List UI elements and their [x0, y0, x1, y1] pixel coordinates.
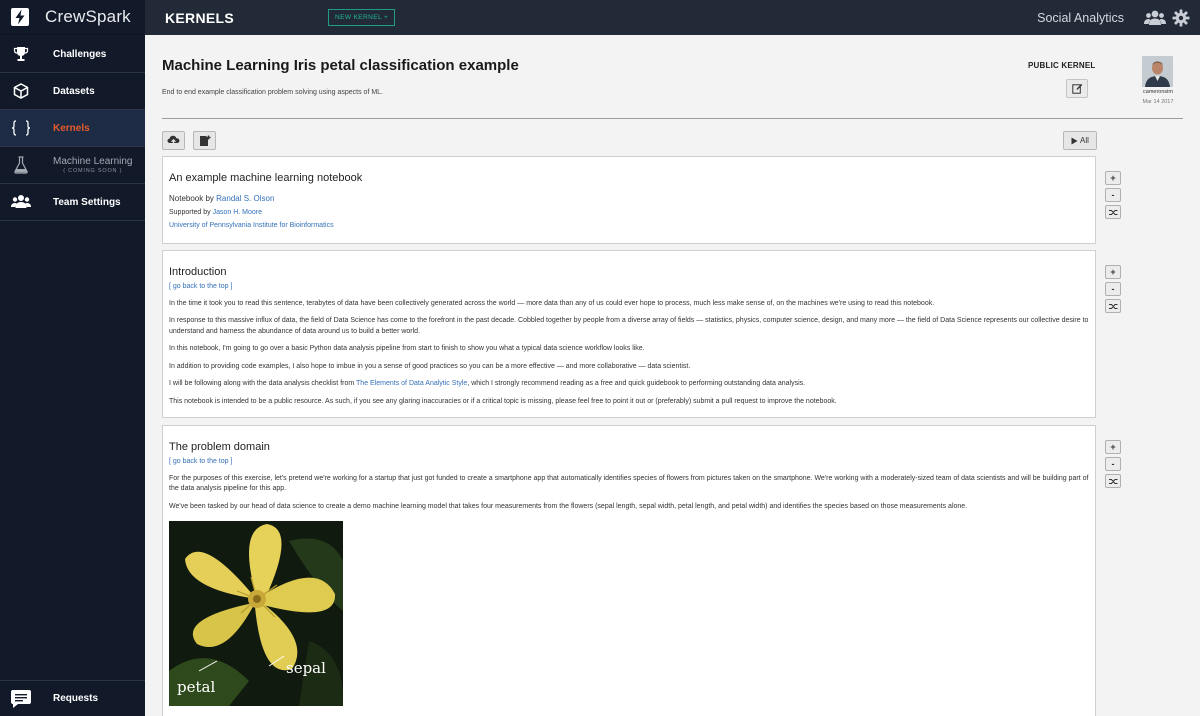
cell-heading: Introduction	[169, 266, 227, 278]
add-document-icon	[199, 135, 210, 146]
top-bar: KERNELS NEW KERNEL + Social Analytics	[145, 0, 1200, 35]
cell-remove-button[interactable]: -	[1105, 282, 1121, 296]
sidebar-item-label: Team Settings	[53, 196, 121, 208]
top-right-area: Social Analytics	[1037, 0, 1190, 35]
trophy-icon	[11, 44, 31, 64]
notebook-by: Notebook by Randal S. Olson	[169, 194, 1089, 205]
sidebar-item-label: Requests	[53, 693, 99, 704]
chat-bubble-icon	[10, 689, 32, 709]
paragraph: In the time it took you to read this sen…	[169, 299, 935, 307]
run-all-label: All	[1080, 136, 1089, 145]
sidebar-item-label: Datasets	[53, 85, 95, 97]
paragraph: For the purposes of this exercise, let's…	[169, 474, 1089, 493]
notebook-cell-problem-domain[interactable]: The problem domain [ go back to the top …	[162, 425, 1096, 716]
institute-link[interactable]: University of Pennsylvania Institute for…	[169, 222, 334, 229]
user-photo	[1142, 56, 1173, 87]
sidebar-item-kernels[interactable]: Kernels	[0, 110, 145, 147]
team-icon	[11, 192, 31, 212]
institute-line: University of Pennsylvania Institute for…	[169, 221, 1089, 232]
paragraph: In response to this massive influx of da…	[169, 317, 1089, 335]
supported-by-prefix: Supported by	[169, 208, 213, 216]
sidebar-item-datasets[interactable]: Datasets	[0, 73, 145, 110]
sidebar-item-label: Kernels	[53, 122, 90, 134]
page-title: KERNELS	[165, 9, 234, 26]
paragraph: In this notebook, I'm going to go over a…	[169, 345, 645, 352]
edit-button[interactable]	[1066, 79, 1088, 98]
sidebar-item-requests[interactable]: Requests	[0, 680, 145, 716]
sidebar-item-machine-learning[interactable]: Machine Learning ( COMING SOON )	[0, 147, 145, 184]
author-link[interactable]: Randal S. Olson	[216, 194, 274, 203]
cell-remove-button[interactable]: -	[1105, 188, 1121, 202]
cell-add-button[interactable]: +	[1105, 440, 1121, 454]
elements-of-data-analytic-style-link[interactable]: The Elements of Data Analytic Style	[356, 380, 467, 387]
cell-add-button[interactable]: +	[1105, 171, 1121, 185]
add-cell-button[interactable]	[193, 131, 216, 150]
brand[interactable]: CrewSpark	[0, 0, 145, 35]
back-to-top-link[interactable]: [ go back to the top ]	[169, 282, 1089, 293]
notebook-by-prefix: Notebook by	[169, 194, 217, 203]
run-all-button[interactable]: All	[1063, 131, 1097, 150]
cloud-upload-icon	[167, 135, 180, 146]
cell-shuffle-button[interactable]	[1105, 205, 1121, 219]
sidebar-item-label-group: Machine Learning ( COMING SOON )	[53, 156, 133, 174]
paragraph: We've been tasked by our head of data sc…	[169, 502, 968, 510]
main-content: Machine Learning Iris petal classificati…	[145, 35, 1200, 716]
lightning-logo-icon	[11, 8, 29, 26]
header-divider	[162, 118, 1183, 119]
edit-icon	[1071, 84, 1082, 94]
supported-by: Supported by Jason H. Moore	[169, 208, 1089, 219]
brand-name: CrewSpark	[45, 7, 131, 26]
shuffle-icon	[1108, 478, 1117, 484]
sepal-label: sepal	[286, 659, 326, 677]
back-to-top-link[interactable]: [ go back to the top ]	[169, 457, 1089, 468]
visibility-label: PUBLIC KERNEL	[1028, 61, 1096, 70]
sidebar-item-label: Machine Learning	[53, 156, 133, 167]
paragraph: I will be following along with the data …	[169, 379, 1089, 390]
paragraph: This notebook is intended to be a public…	[169, 397, 837, 405]
author-name[interactable]: cameronsim	[1138, 89, 1178, 95]
sidebar-item-label: Challenges	[53, 48, 107, 60]
new-kernel-button[interactable]: NEW KERNEL +	[328, 9, 396, 26]
braces-icon	[11, 118, 31, 138]
sidebar-item-challenges[interactable]: Challenges	[0, 36, 145, 73]
cube-icon	[11, 81, 31, 101]
flask-icon	[11, 155, 31, 175]
kernel-date: Mar 14 2017	[1142, 99, 1174, 105]
notebook-cell-introduction[interactable]: Introduction [ go back to the top ] In t…	[162, 250, 1096, 418]
supporter-link[interactable]: Jason H. Moore	[213, 209, 262, 216]
sidebar: CrewSpark Challenges Datasets Kernels Ma…	[0, 0, 145, 716]
cell-heading: An example machine learning notebook	[169, 172, 363, 184]
petal-label: petal	[177, 678, 216, 696]
avatar[interactable]	[1142, 56, 1173, 87]
paragraph: In addition to providing code examples, …	[169, 362, 691, 370]
kernel-title: Machine Learning Iris petal classificati…	[162, 57, 519, 74]
social-analytics-link[interactable]: Social Analytics	[1037, 11, 1124, 25]
cell-add-button[interactable]: +	[1105, 265, 1121, 279]
paragraph-prefix: I will be following along with the data …	[169, 380, 357, 387]
gear-icon[interactable]	[1172, 9, 1190, 27]
users-icon[interactable]	[1144, 9, 1166, 27]
cell-shuffle-button[interactable]	[1105, 299, 1121, 313]
cell-heading: The problem domain	[169, 441, 270, 453]
play-icon	[1071, 137, 1078, 144]
shuffle-icon	[1108, 303, 1117, 309]
sidebar-item-team-settings[interactable]: Team Settings	[0, 184, 145, 221]
coming-soon-label: ( COMING SOON )	[63, 168, 123, 174]
cell-shuffle-button[interactable]	[1105, 474, 1121, 488]
shuffle-icon	[1108, 209, 1117, 215]
notebook-cell-header[interactable]: An example machine learning notebook Not…	[162, 156, 1096, 244]
flower-image: petal sepal	[169, 521, 343, 706]
upload-button[interactable]	[162, 131, 185, 150]
kernel-description: End to end example classification proble…	[162, 89, 384, 96]
cell-remove-button[interactable]: -	[1105, 457, 1121, 471]
paragraph-suffix: , which I strongly recommend reading as …	[467, 380, 806, 387]
